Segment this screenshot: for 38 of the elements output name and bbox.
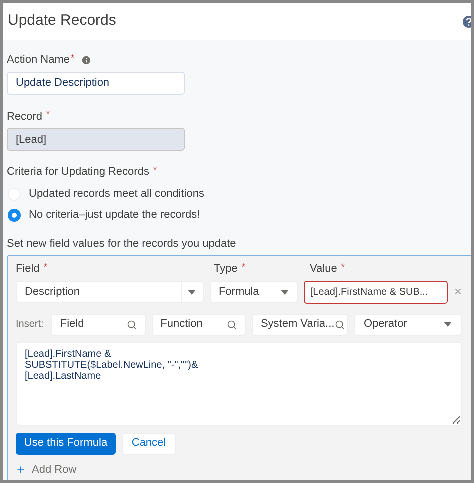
field-label: Action Name	[7, 53, 70, 68]
radio-label: No criteria–just update the records!	[29, 208, 200, 223]
search-icon	[334, 320, 345, 330]
section-label: Set new field values for the records you update	[7, 236, 238, 252]
field-label: Criteria for Updating Records	[7, 165, 150, 180]
cancel-button[interactable]: Cancel	[122, 432, 176, 454]
add-row-button[interactable]: Add Row	[16, 462, 462, 478]
required-mark: *	[46, 108, 50, 121]
field-label: Record	[7, 110, 42, 124]
caret-icon	[281, 290, 290, 294]
field-label: Type	[214, 262, 238, 277]
field-label: Field	[16, 262, 40, 277]
required-mark: *	[44, 260, 48, 274]
field-label: Value	[310, 262, 338, 277]
value-field[interactable]: [Lead].FirstName & SUB...	[304, 280, 448, 304]
formula-editor[interactable]: [Lead].FirstName & SUBSTITUTE($Label.NewLine, "-","")& [Lead].LastName	[16, 342, 462, 426]
insert-label: Insert:	[16, 318, 45, 332]
field-select[interactable]: Description	[16, 281, 204, 303]
info-icon[interactable]	[80, 54, 92, 66]
required-mark: *	[341, 260, 345, 274]
plus-icon	[16, 464, 26, 475]
search-field[interactable]: Field	[51, 314, 146, 336]
required-mark: *	[242, 260, 246, 274]
caret-icon	[444, 322, 452, 327]
type-select[interactable]: Formula	[210, 281, 298, 303]
radio-button[interactable]	[8, 208, 21, 222]
search-field[interactable]: System Varia...	[252, 314, 348, 336]
use-formula-button[interactable]: Use this Formula	[16, 432, 116, 454]
search-icon	[126, 320, 137, 330]
operator-select[interactable]: Operator	[354, 314, 462, 336]
required-mark: *	[153, 164, 157, 176]
window-title: Update Records	[8, 11, 116, 32]
caret-icon	[188, 290, 196, 294]
action-name-field[interactable]: Update Description	[7, 72, 185, 94]
required-mark: *	[70, 52, 74, 64]
radio-label: Updated records meet all conditions	[29, 186, 204, 202]
search-field[interactable]: Function	[152, 314, 246, 336]
search-icon	[226, 320, 237, 330]
